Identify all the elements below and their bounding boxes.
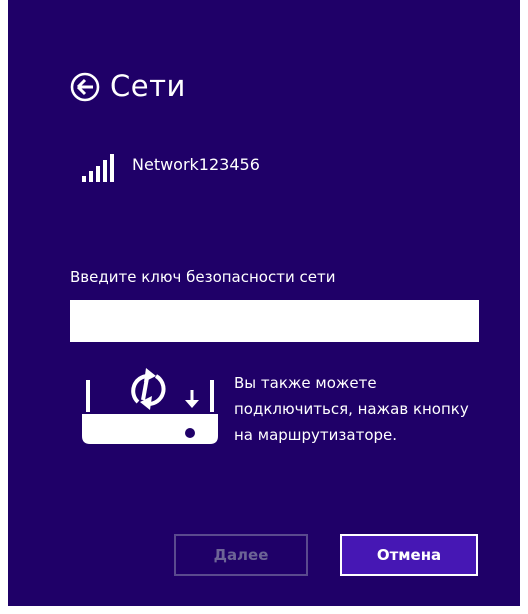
network-connect-panel: Сети Network123456 Введите ключ безопасн… [8,0,520,606]
cancel-button[interactable]: Отмена [340,534,478,576]
security-key-label: Введите ключ безопасности сети [70,268,336,286]
network-name: Network123456 [132,155,260,174]
router-wps-icon [82,368,218,444]
security-key-input[interactable] [70,300,479,342]
next-button[interactable]: Далее [174,534,308,576]
back-button[interactable] [70,72,100,102]
wps-hint-text: Вы также можете подключиться, нажав кноп… [234,374,469,444]
circle-arrow-left-icon [70,72,100,102]
wifi-signal-bars-icon [82,154,114,182]
page-title: Сети [110,69,186,103]
